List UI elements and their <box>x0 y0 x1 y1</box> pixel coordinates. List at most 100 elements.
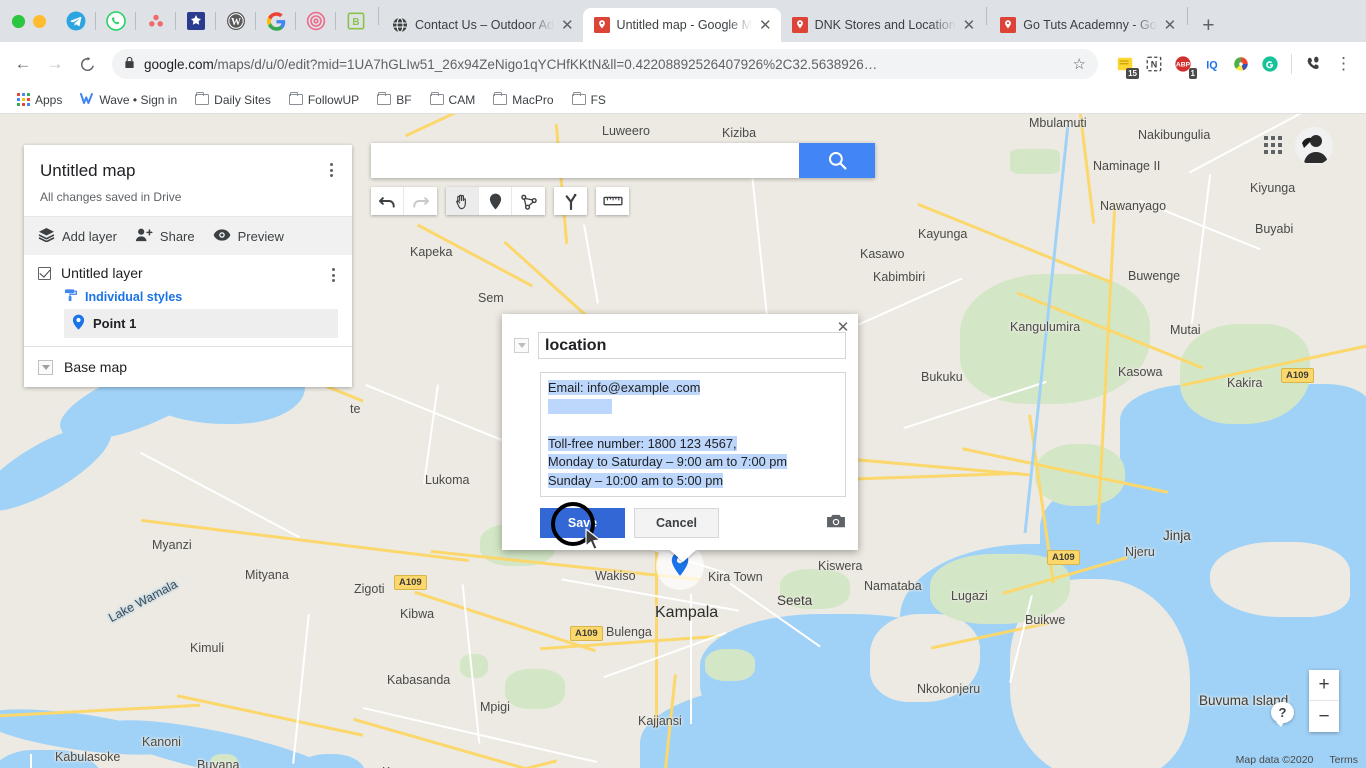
minimize-window-button[interactable] <box>33 14 46 28</box>
zoom-controls[interactable]: + − <box>1309 670 1339 732</box>
back-button[interactable]: ← <box>8 49 38 79</box>
add-directions-icon[interactable] <box>554 187 587 215</box>
reload-button[interactable] <box>72 49 102 79</box>
maps-pin-icon <box>1000 17 1017 33</box>
forward-button[interactable]: → <box>40 49 70 79</box>
telegram-icon[interactable] <box>63 8 89 34</box>
close-tab-button[interactable]: ✕ <box>963 18 976 33</box>
wordpress-icon[interactable]: W <box>215 8 249 34</box>
whatsapp-icon[interactable] <box>95 8 129 34</box>
draw-line-icon[interactable] <box>512 187 545 215</box>
bookmark-apps[interactable]: Apps <box>10 90 69 110</box>
nimbus-capture-icon[interactable]: N <box>1141 51 1167 77</box>
tab-go-tuts-academny[interactable]: Go Tuts Academny - Go ✕ <box>989 8 1185 42</box>
undo-icon[interactable] <box>371 187 404 215</box>
tab-title: Contact Us – Outdoor Ad <box>415 18 554 32</box>
selected-text: Monday to Saturday – 9:00 am to 7:00 pm <box>548 454 788 470</box>
zoom-in-button[interactable]: + <box>1309 670 1339 701</box>
add-layer-button[interactable]: Add layer <box>38 227 117 245</box>
map-viewport[interactable]: A109 A109 A109 A109 Luweero Kiziba Mbulamu… <box>0 114 1366 768</box>
bookmark-fs[interactable]: FS <box>565 90 613 110</box>
layer-visibility-checkbox[interactable] <box>38 266 51 280</box>
layer-name[interactable]: Untitled layer <box>61 265 143 281</box>
color-picker-icon[interactable] <box>1228 51 1254 77</box>
map-place-label: Kasowa <box>1118 365 1163 379</box>
description-line: Monday to Saturday – 9:00 am to 7:00 pm <box>548 453 838 472</box>
tab-contact-us[interactable]: Contact Us – Outdoor Ad ✕ <box>381 8 583 42</box>
chevron-down-icon[interactable] <box>514 338 529 353</box>
feature-point-1[interactable]: Point 1 <box>64 309 338 338</box>
add-marker-icon[interactable] <box>479 187 512 215</box>
terms-link[interactable]: Terms <box>1329 754 1358 766</box>
google-icon[interactable] <box>255 8 289 34</box>
tab-separator <box>378 7 379 25</box>
tab-list: Contact Us – Outdoor Ad ✕ Untitled map -… <box>381 0 1366 42</box>
paint-roller-icon <box>64 288 78 305</box>
tab-dnk-stores[interactable]: DNK Stores and Location ✕ <box>781 8 985 42</box>
loom-icon[interactable] <box>295 8 329 34</box>
individual-styles-link[interactable]: Individual styles <box>64 288 338 305</box>
share-button[interactable]: Share <box>135 227 195 245</box>
iq-extension-icon[interactable]: IQ <box>1199 51 1225 77</box>
layer-menu-button[interactable] <box>322 264 344 286</box>
tab-untitled-map[interactable]: Untitled map - Google M ✕ <box>582 8 781 42</box>
bookmark-daily-sites[interactable]: Daily Sites <box>188 90 278 110</box>
address-bar: ← → google.com/maps/d/u/0/edit?mid=1UA7h… <box>0 42 1366 86</box>
description-line <box>548 416 838 435</box>
bookmark-macpro[interactable]: MacPro <box>486 90 560 110</box>
apps-grid-icon[interactable] <box>1264 136 1282 154</box>
base-map-row[interactable]: Base map <box>24 346 352 387</box>
zoom-out-button[interactable]: − <box>1309 701 1339 732</box>
svg-text:B: B <box>352 17 359 28</box>
profile-extension-icon[interactable] <box>1300 51 1326 77</box>
save-button[interactable]: Save <box>540 508 625 539</box>
cancel-button[interactable]: Cancel <box>634 508 719 539</box>
forest-area <box>1010 149 1060 174</box>
bookmark-cam[interactable]: CAM <box>423 90 483 110</box>
map-menu-button[interactable] <box>320 159 342 181</box>
bitly-icon[interactable]: B <box>335 8 369 34</box>
folder-icon <box>195 91 210 105</box>
chevron-down-icon[interactable] <box>38 359 53 375</box>
pan-hand-icon[interactable] <box>446 187 479 215</box>
bookmark-bf[interactable]: BF <box>370 90 418 110</box>
map-place-label: Lugazi <box>951 589 988 603</box>
bookmark-followup[interactable]: FollowUP <box>282 90 366 110</box>
layer-row[interactable]: Untitled layer <box>38 265 338 282</box>
camera-icon[interactable] <box>826 513 846 534</box>
grammarly-icon[interactable] <box>1257 51 1283 77</box>
notes-extension-icon[interactable]: 15 <box>1112 51 1139 79</box>
asana-icon[interactable] <box>135 8 169 34</box>
close-tab-button[interactable]: ✕ <box>759 18 772 33</box>
feature-title-input[interactable]: location <box>538 332 846 359</box>
chrome-menu-icon[interactable]: ⋮ <box>1329 54 1358 74</box>
bookmark-wave[interactable]: Wave • Sign in <box>73 89 184 111</box>
adblock-icon[interactable]: ABP 1 <box>1170 51 1197 79</box>
search-input[interactable] <box>371 143 799 178</box>
new-tab-button[interactable]: + <box>1190 15 1226 42</box>
minor-road <box>292 614 310 764</box>
measure-distance-icon[interactable] <box>596 187 629 215</box>
url-input[interactable]: google.com/maps/d/u/0/edit?mid=1UA7hGLIw… <box>112 49 1098 79</box>
close-tab-button[interactable]: ✕ <box>561 18 574 33</box>
close-icon[interactable]: ✕ <box>834 318 852 336</box>
preview-button[interactable]: Preview <box>213 228 284 245</box>
redo-icon[interactable] <box>404 187 437 215</box>
folder-icon <box>493 91 508 105</box>
road <box>414 590 596 653</box>
map-place-label: Seeta <box>777 593 813 608</box>
feature-description-input[interactable]: Email: info@example .com Toll-free numbe… <box>540 372 846 498</box>
feature-label: Point 1 <box>93 316 137 331</box>
tab-title: Untitled map - Google M <box>616 18 753 32</box>
close-tab-button[interactable]: ✕ <box>1164 18 1177 33</box>
pingdom-icon[interactable] <box>175 8 209 34</box>
help-button[interactable]: ? <box>1271 702 1294 727</box>
map-place-label: Kira Town <box>708 570 763 584</box>
star-icon[interactable]: ☆ <box>1073 55 1086 73</box>
avatar[interactable] <box>1295 127 1333 165</box>
search-button[interactable] <box>799 143 875 178</box>
minor-road <box>365 384 515 446</box>
maximize-window-button[interactable] <box>12 14 25 28</box>
page-title[interactable]: Untitled map <box>40 161 336 181</box>
feature-edit-popup: ✕ location Email: info@example .com Toll… <box>502 314 858 551</box>
